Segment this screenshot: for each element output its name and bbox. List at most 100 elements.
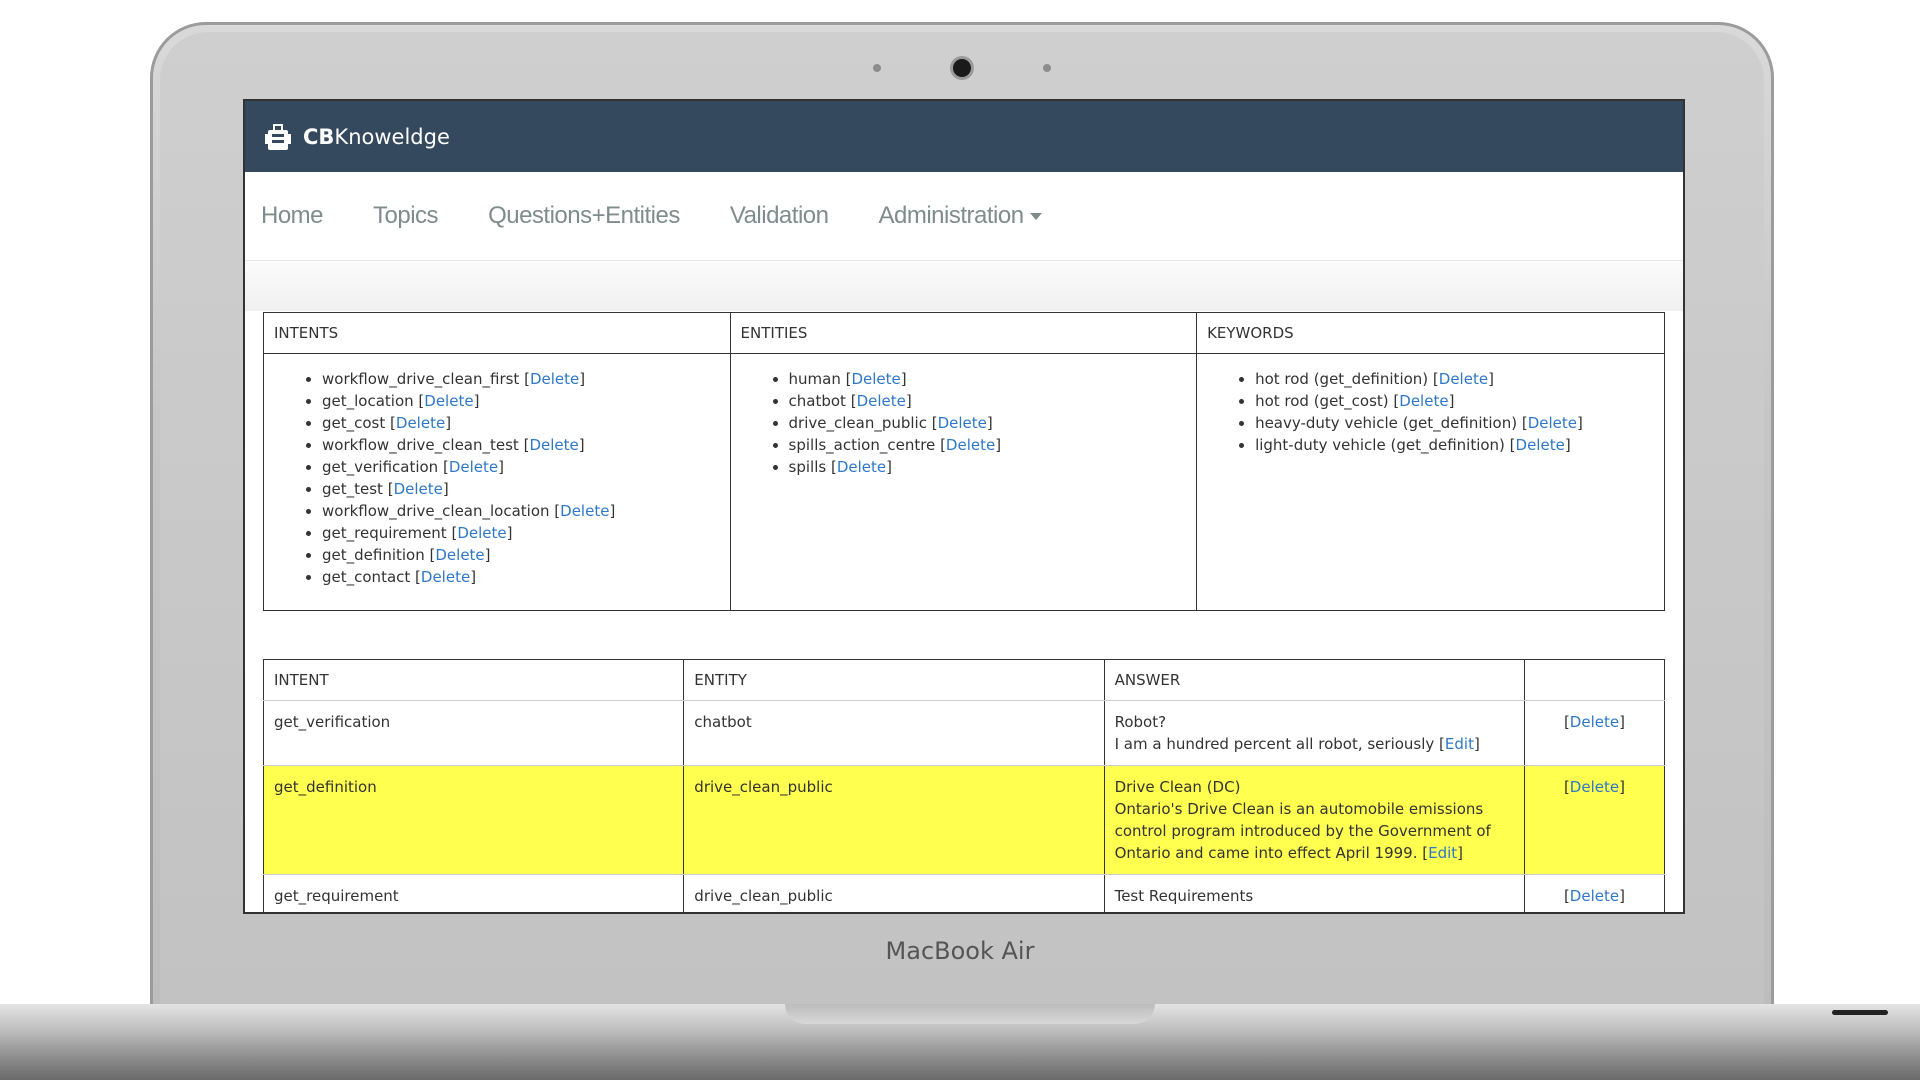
nav-administration[interactable]: Administration [878,202,1042,230]
entity-item: drive_clean_public [Delete] [789,412,1187,434]
intents-list: workflow_drive_clean_first [Delete] get_l… [274,368,720,588]
actions-cell: [Delete] [1523,765,1666,875]
table-row: get_verification chatbot Robot? I am a hund… [262,700,1666,766]
delete-link[interactable]: Delete [938,414,987,432]
delete-link[interactable]: Delete [1570,887,1619,905]
intent-item-label: workflow_drive_clean_first [322,370,520,388]
laptop-notch [785,1004,1155,1024]
intent-cell: get_definition [262,765,685,875]
sensor-dot-left [873,64,881,72]
keyword-item-label: heavy-duty vehicle (get_definition) [1255,414,1518,432]
screen: CB Knoweldge Home Topics Questions+Entit… [243,99,1685,914]
answer-body: I am a hundred percent all robot, seriou… [1114,735,1435,753]
keyword-item-label: hot rod (get_cost) [1255,392,1389,410]
keyword-item: light-duty vehicle (get_definition) [Del… [1255,434,1654,456]
actions-col-header [1523,659,1666,701]
main-content: INTENTS ENTITIES KEYWORDS workflow_drive… [262,312,1666,912]
delete-link[interactable]: Delete [946,436,995,454]
delete-link[interactable]: Delete [421,568,470,586]
brand-logo[interactable]: CB Knoweldge [263,122,450,152]
delete-link[interactable]: Delete [857,392,906,410]
answers-table: INTENT ENTITY ANSWER get_verification cha… [262,659,1666,912]
delete-link[interactable]: Delete [449,458,498,476]
delete-link[interactable]: Delete [851,370,900,388]
actions-cell: [Delete] [1523,700,1666,766]
laptop-foot [1832,1010,1888,1015]
delete-link[interactable]: Delete [1399,392,1448,410]
intent-item: workflow_drive_clean_test [Delete] [322,434,720,456]
entity-item: human [Delete] [789,368,1187,390]
delete-link[interactable]: Delete [1570,778,1619,796]
entity-cell: drive_clean_public [683,765,1105,875]
delete-link[interactable]: Delete [396,414,445,432]
entity-item-label: spills_action_centre [788,436,936,454]
top-navbar: CB Knoweldge [245,101,1683,172]
intent-item-label: workflow_drive_clean_location [322,502,550,520]
intent-item: get_requirement [Delete] [322,522,720,544]
keyword-item-label: hot rod (get_definition) [1255,370,1429,388]
answer-title: Robot? [1114,713,1167,731]
entity-item: spills_action_centre [Delete] [789,434,1187,456]
delete-link[interactable]: Delete [435,546,484,564]
nav-questions-entities[interactable]: Questions+Entities [488,202,680,230]
delete-link[interactable]: Delete [1528,414,1577,432]
table-row: get_definition drive_clean_public Drive Cl… [262,765,1666,875]
entities-list: human [Delete]chatbot [Delete]drive_clea… [741,368,1187,478]
delete-link[interactable]: Delete [394,480,443,498]
keywords-list: hot rod (get_definition) [Delete]hot rod… [1207,368,1654,456]
delete-link[interactable]: Delete [560,502,609,520]
caret-down-icon [1029,213,1042,221]
main-menu: Home Topics Questions+Entities Validatio… [245,172,1683,261]
answer-text: I am a hundred percent all robot, seriou… [1114,735,1480,753]
edit-link[interactable]: Edit [1428,844,1457,862]
edit-link[interactable]: Edit [1445,735,1474,753]
entities-header: ENTITIES [729,312,1198,354]
intent-item-label: get_contact [322,568,411,586]
nav-administration-label: Administration [878,202,1024,229]
device-label: MacBook Air [885,937,1035,965]
answer-text: Ontario's Drive Clean is an automobile e… [1114,800,1491,862]
answer-title: Test Requirements [1114,887,1254,905]
keyword-item: hot rod (get_cost) [Delete] [1255,390,1654,412]
delete-link[interactable]: Delete [530,370,579,388]
sensor-dot-right [1043,64,1051,72]
nav-topics[interactable]: Topics [373,202,439,230]
delete-link[interactable]: Delete [457,524,506,542]
intent-item-label: get_definition [322,546,425,564]
intent-item: workflow_drive_clean_first [Delete] [322,368,720,390]
delete-link[interactable]: Delete [837,458,886,476]
nav-validation[interactable]: Validation [730,202,829,230]
keyword-item: hot rod (get_definition) [Delete] [1255,368,1654,390]
summary-table: INTENTS ENTITIES KEYWORDS workflow_drive… [263,312,1665,611]
intents-cell: workflow_drive_clean_first [Delete] get_l… [263,353,731,611]
actions-cell: [Delete] [1523,874,1666,912]
intent-cell: get_verification [262,700,685,766]
intent-item-label: get_cost [322,414,386,432]
keywords-cell: hot rod (get_definition) [Delete]hot rod… [1196,353,1665,611]
answer-title: Drive Clean (DC) [1114,778,1241,796]
intent-cell: get_requirement [262,874,685,912]
delete-link[interactable]: Delete [1570,713,1619,731]
intents-header: INTENTS [263,312,731,354]
intent-item-label: get_requirement [322,524,447,542]
intent-item-label: workflow_drive_clean_test [322,436,519,454]
delete-link[interactable]: Delete [424,392,473,410]
entity-cell: chatbot [683,700,1105,766]
intent-item: get_test [Delete] [322,478,720,500]
entity-item-label: spills [788,458,827,476]
intent-item-label: get_location [322,392,414,410]
intent-item: workflow_drive_clean_location [Delete] [322,500,720,522]
answer-cell: Test Requirements [1103,874,1525,912]
delete-link[interactable]: Delete [1439,370,1488,388]
answer-cell: Drive Clean (DC) Ontario's Drive Clean is… [1103,765,1525,875]
entity-item-label: drive_clean_public [788,414,927,432]
intent-item-label: get_test [322,480,383,498]
robot-icon [265,123,291,150]
answer-col-header: ANSWER [1103,659,1525,701]
keyword-item-label: light-duty vehicle (get_definition) [1255,436,1505,454]
intent-item: get_cost [Delete] [322,412,720,434]
answers-body: get_verification chatbot Robot? I am a hund… [262,700,1666,912]
nav-home[interactable]: Home [261,202,324,230]
delete-link[interactable]: Delete [529,436,578,454]
delete-link[interactable]: Delete [1516,436,1565,454]
